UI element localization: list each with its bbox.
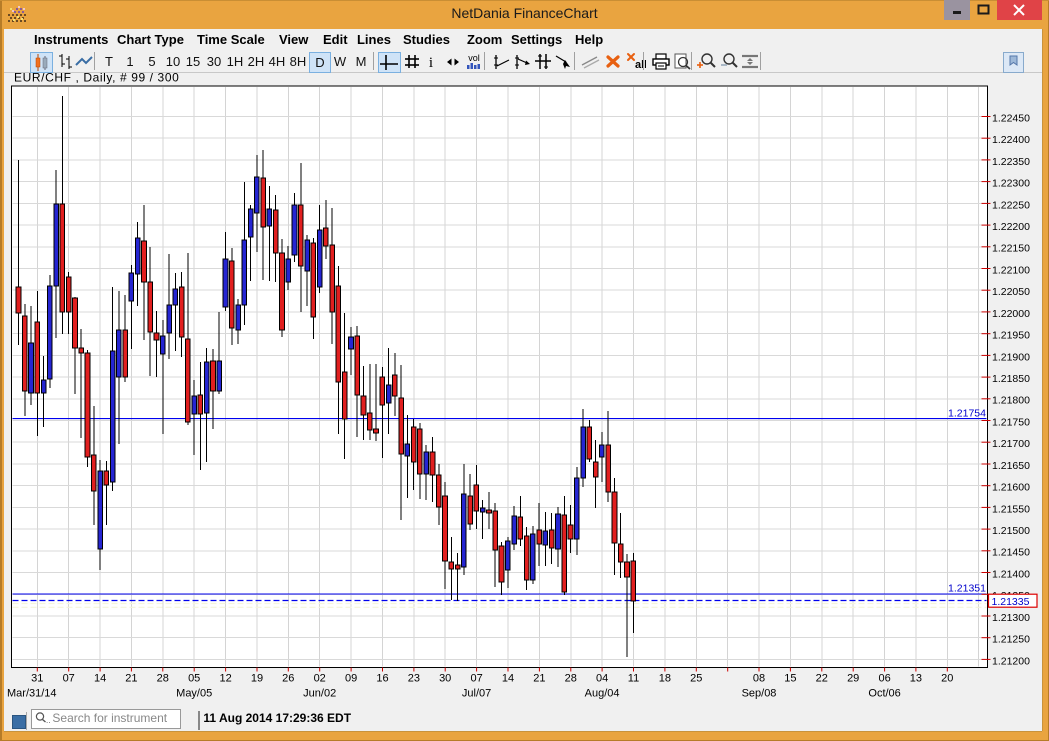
svg-text:28: 28 bbox=[157, 673, 169, 685]
svg-text:12: 12 bbox=[219, 673, 231, 685]
svg-text:29: 29 bbox=[847, 673, 859, 685]
svg-text:1.21500: 1.21500 bbox=[992, 525, 1030, 537]
svg-text:21: 21 bbox=[125, 673, 137, 685]
svg-text:Sep/08: Sep/08 bbox=[742, 688, 777, 700]
svg-text:1.21550: 1.21550 bbox=[992, 503, 1030, 515]
svg-text:1.21250: 1.21250 bbox=[992, 634, 1030, 646]
svg-text:1.22200: 1.22200 bbox=[992, 221, 1030, 233]
svg-text:1.21600: 1.21600 bbox=[992, 482, 1030, 494]
svg-text:1.21850: 1.21850 bbox=[992, 373, 1030, 385]
svg-text:16: 16 bbox=[376, 673, 388, 685]
svg-text:1.22250: 1.22250 bbox=[992, 199, 1030, 211]
svg-text:1.21300: 1.21300 bbox=[992, 612, 1030, 624]
svg-text:Jun/02: Jun/02 bbox=[303, 688, 336, 700]
svg-text:1.22000: 1.22000 bbox=[992, 308, 1030, 320]
svg-text:07: 07 bbox=[470, 673, 482, 685]
svg-text:1.22100: 1.22100 bbox=[992, 264, 1030, 276]
svg-text:1.22450: 1.22450 bbox=[992, 112, 1030, 124]
svg-text:14: 14 bbox=[94, 673, 106, 685]
svg-text:05: 05 bbox=[188, 673, 200, 685]
svg-text:1.21351: 1.21351 bbox=[948, 583, 986, 595]
svg-text:1.21400: 1.21400 bbox=[992, 568, 1030, 580]
svg-text:11: 11 bbox=[628, 673, 639, 685]
svg-text:25: 25 bbox=[690, 673, 702, 685]
svg-text:May/05: May/05 bbox=[176, 688, 212, 700]
svg-text:19: 19 bbox=[251, 673, 263, 685]
svg-text:1.22400: 1.22400 bbox=[992, 134, 1030, 146]
svg-text:22: 22 bbox=[816, 673, 828, 685]
svg-text:1.22150: 1.22150 bbox=[992, 243, 1030, 255]
svg-text:Oct/06: Oct/06 bbox=[868, 688, 900, 700]
svg-text:1.22050: 1.22050 bbox=[992, 286, 1030, 298]
svg-text:13: 13 bbox=[910, 673, 922, 685]
svg-text:26: 26 bbox=[282, 673, 294, 685]
svg-text:1.21650: 1.21650 bbox=[992, 460, 1030, 472]
svg-text:1.21900: 1.21900 bbox=[992, 351, 1030, 363]
svg-text:1.21200: 1.21200 bbox=[992, 655, 1030, 667]
svg-text:21: 21 bbox=[533, 673, 545, 685]
svg-text:Mar/31/14: Mar/31/14 bbox=[7, 688, 57, 700]
svg-text:18: 18 bbox=[659, 673, 671, 685]
svg-text:1.22300: 1.22300 bbox=[992, 178, 1030, 190]
svg-text:04: 04 bbox=[596, 673, 608, 685]
svg-text:02: 02 bbox=[314, 673, 326, 685]
svg-text:30: 30 bbox=[439, 673, 451, 685]
svg-text:20: 20 bbox=[941, 673, 953, 685]
svg-text:06: 06 bbox=[878, 673, 890, 685]
svg-text:1.21750: 1.21750 bbox=[992, 416, 1030, 428]
svg-text:..: .. bbox=[46, 716, 50, 725]
svg-text:23: 23 bbox=[408, 673, 420, 685]
svg-text:28: 28 bbox=[565, 673, 577, 685]
svg-text:1.21700: 1.21700 bbox=[992, 438, 1030, 450]
svg-text:07: 07 bbox=[63, 673, 75, 685]
svg-text:31: 31 bbox=[31, 673, 43, 685]
svg-text:14: 14 bbox=[502, 673, 514, 685]
svg-text:1.22350: 1.22350 bbox=[992, 156, 1030, 168]
svg-text:15: 15 bbox=[784, 673, 796, 685]
svg-text:EUR/CHF , Daily, # 99 / 300: EUR/CHF , Daily, # 99 / 300 bbox=[14, 71, 179, 85]
svg-text:1.21754: 1.21754 bbox=[948, 408, 986, 420]
svg-text:09: 09 bbox=[345, 673, 357, 685]
svg-text:Aug/04: Aug/04 bbox=[585, 688, 620, 700]
svg-text:1.21800: 1.21800 bbox=[992, 395, 1030, 407]
svg-text:08: 08 bbox=[753, 673, 765, 685]
svg-text:1.21335: 1.21335 bbox=[992, 596, 1030, 608]
svg-text:Jul/07: Jul/07 bbox=[462, 688, 491, 700]
svg-text:1.21450: 1.21450 bbox=[992, 547, 1030, 559]
svg-text:1.21950: 1.21950 bbox=[992, 330, 1030, 342]
